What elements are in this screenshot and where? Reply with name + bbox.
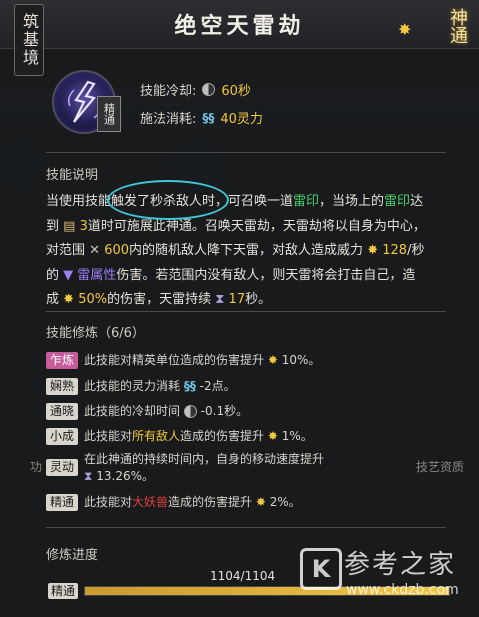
mod-item: 通晓 此技能的冷却时间 -0.1秒。 <box>46 403 446 420</box>
divider <box>46 311 446 312</box>
mod-tag: 小成 <box>46 428 78 445</box>
mod-item: 灵动 在此神通的持续时间内，自身的移动速度提升 ⧗ 13.26%。 <box>46 451 446 485</box>
mod-tag: 精通 <box>46 494 78 511</box>
watermark: K 参考之家 www.ckdzb.com <box>300 544 475 614</box>
cooldown-icon <box>183 405 197 418</box>
speed-icon: ⧗ <box>84 469 93 483</box>
mod-item: 乍炼 此技能对精英单位造成的伤害提升 ✸ 10%。 <box>46 352 446 369</box>
divider <box>46 152 446 153</box>
keyword-leiyin: 雷印 <box>384 194 411 209</box>
mods-title: 技能修炼（6/6） <box>46 326 145 341</box>
mod-item: 小成 此技能对所有敌人造成的伤害提升 ✸ 1%。 <box>46 428 446 445</box>
sun-icon: ✸ <box>398 20 412 39</box>
watermark-logo: K <box>300 548 342 590</box>
description-title: 技能说明 <box>46 168 99 183</box>
keyword-leiyin: 雷印 <box>293 194 320 209</box>
cooldown-icon <box>202 83 216 96</box>
mod-text: 此技能对精英单位造成的伤害提升 ✸ 10%。 <box>84 353 321 367</box>
mod-tag: 通晓 <box>46 403 78 420</box>
progress-value: 1104/1104 <box>210 569 276 583</box>
power-icon: ✸ <box>267 429 278 443</box>
divider <box>46 527 446 528</box>
range-icon: ✕ <box>89 243 101 258</box>
mana-icon: §§ <box>183 379 196 393</box>
description-line: 成 ✸ 50%的伤害，天雷持续 ⧗ 17秒。 <box>46 292 272 307</box>
mod-text: 此技能的灵力消耗 §§ -2点。 <box>84 379 236 393</box>
mod-text: 此技能对所有敌人造成的伤害提升 ✸ 1%。 <box>84 429 313 443</box>
skill-detail-panel: 筑基境 绝空天雷劫 ✸ 神通 精通 技能冷却: 60秒 施法消耗: §§ 40灵… <box>0 0 479 617</box>
skill-description: 当使用技能触发了秒杀敌人时，可召唤一道雷印，当场上的雷印达 到 ▤ 3道时可施展… <box>46 190 451 313</box>
mod-tag: 乍炼 <box>46 352 78 369</box>
mod-item: 娴熟 此技能的灵力消耗 §§ -2点。 <box>46 378 446 395</box>
cooldown-value: 60秒 <box>221 84 251 99</box>
power-icon: ✸ <box>267 353 278 367</box>
keyword-thunder-element: 雷属性 <box>77 267 117 283</box>
mod-item: 精通 此技能对大妖兽造成的伤害提升 ✸ 2%。 <box>46 494 446 511</box>
power-icon: ✸ <box>63 292 75 307</box>
level-tag: 精通 <box>48 583 79 599</box>
cooldown-label: 技能冷却: <box>140 84 197 99</box>
mana-icon: §§ <box>202 110 215 125</box>
cost-value: 40灵力 <box>220 112 263 127</box>
hourglass-icon: ⧗ <box>215 292 225 307</box>
background-label: 技艺资质 <box>416 460 465 474</box>
mod-text: 此技能对大妖兽造成的伤害提升 ✸ 2%。 <box>84 495 301 509</box>
cost-label: 施法消耗: <box>140 112 197 127</box>
skill-type-badge: 精通 <box>97 96 121 132</box>
watermark-text: 参考之家 <box>344 550 457 580</box>
description-line: 的 ▼ 雷属性伤害。若范围内没有敌人，则天雷将会打击自己，造 <box>46 267 416 283</box>
mod-tag: 娴熟 <box>46 378 78 395</box>
cost-row: 施法消耗: §§ 40灵力 <box>140 108 263 128</box>
power-icon: ✸ <box>255 495 266 509</box>
power-icon: ✸ <box>367 243 379 258</box>
watermark-url: www.ckdzb.com <box>346 582 459 598</box>
mod-tag: 灵动 <box>46 459 78 476</box>
description-line: 对范围 ✕ 600内的随机敌人降下天雷，对敌人造成威力 ✸ 128/秒 <box>46 243 425 258</box>
background-label: 功 <box>30 460 43 474</box>
shentong-logo: 神通 <box>447 8 468 44</box>
element-icon: ▼ <box>63 267 74 283</box>
scroll-icon: ▤ <box>63 218 76 234</box>
mod-text: 在此神通的持续时间内，自身的移动速度提升 ⧗ 13.26%。 <box>84 452 325 483</box>
progress-title: 修炼进度 <box>46 548 99 563</box>
mod-text: 此技能的冷却时间 -0.1秒。 <box>84 404 249 418</box>
cooldown-row: 技能冷却: 60秒 <box>140 80 251 99</box>
annotation-circle <box>107 180 229 220</box>
description-line: 到 ▤ 3道时可施展此神通。召唤天雷劫，天雷劫将以自身为中心， <box>46 218 426 234</box>
